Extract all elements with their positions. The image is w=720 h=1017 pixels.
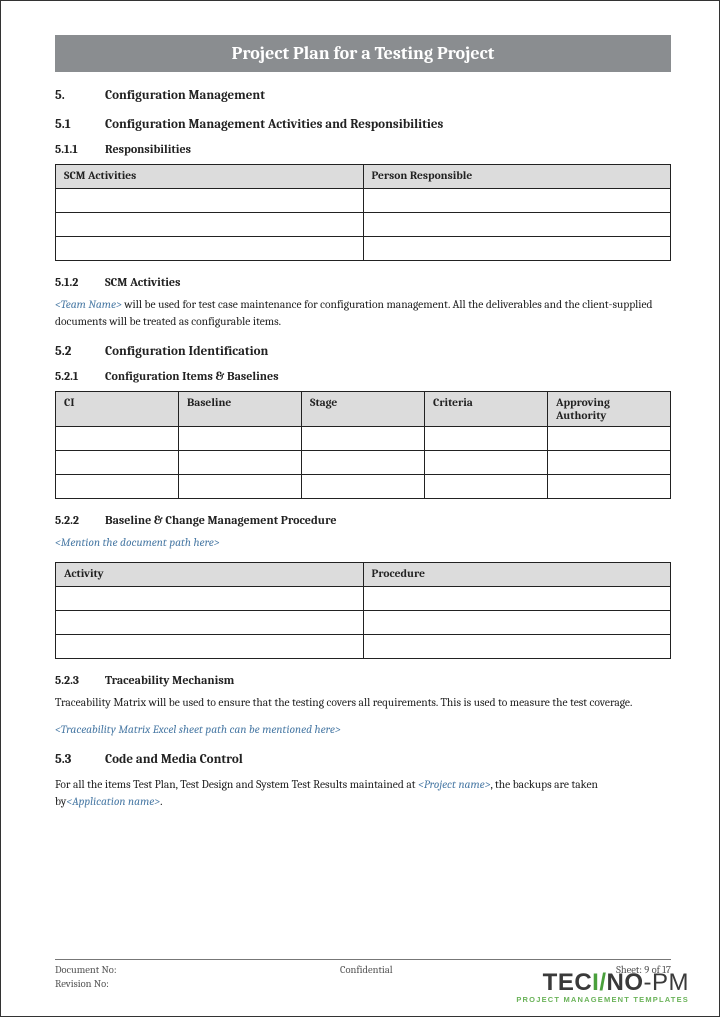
th-criteria: Criteria: [425, 392, 548, 427]
table-row: [56, 475, 671, 499]
body-5-3: For all the items Test Plan, Test Design…: [55, 777, 671, 810]
table-baseline-change: Activity Procedure: [55, 562, 671, 659]
logo-part: TEC: [543, 969, 593, 996]
sectitle: Configuration Management Activities and …: [105, 117, 443, 132]
secnum: 5.: [55, 88, 105, 103]
logo-accent: I/: [592, 969, 606, 997]
sectitle: Configuration Management: [105, 88, 265, 103]
th-baseline: Baseline: [179, 392, 302, 427]
placeholder-application-name: <Application name>: [66, 795, 160, 808]
table-responsibilities: SCM Activities Person Responsible: [55, 164, 671, 261]
table-row: [56, 427, 671, 451]
sectitle: Code and Media Control: [105, 752, 243, 767]
text: .: [160, 795, 162, 808]
document-page: Project Plan for a Testing Project 5. Co…: [0, 0, 720, 1017]
secnum: 5.3: [55, 752, 105, 767]
sectitle: Configuration Identification: [105, 344, 268, 359]
body-5-1-2: <Team Name> will be used for test case m…: [55, 297, 671, 330]
footer-revision: Revision No:: [55, 978, 109, 990]
placeholder-team-name: <Team Name>: [55, 298, 122, 311]
table-row: [56, 635, 671, 659]
secnum: 5.1: [55, 117, 105, 132]
heading-5-2-3: 5.2.3 Traceability Mechanism: [55, 673, 671, 687]
heading-5: 5. Configuration Management: [55, 88, 671, 103]
table-row: [56, 237, 671, 261]
th-activity: Activity: [56, 563, 364, 587]
heading-5-2-2: 5.2.2 Baseline & Change Management Proce…: [55, 513, 671, 527]
sectitle: Responsibilities: [105, 142, 191, 156]
th-stage: Stage: [302, 392, 425, 427]
secnum: 5.1.1: [55, 142, 105, 156]
table-config-items: CI Baseline Stage Criteria Approving Aut…: [55, 391, 671, 499]
placeholder-project-name: <Project name>: [418, 778, 490, 791]
logo-part: NO: [607, 969, 644, 996]
th-person-responsible: Person Responsible: [363, 165, 671, 189]
table-row: [56, 213, 671, 237]
heading-5-1-2: 5.1.2 SCM Activities: [55, 275, 671, 289]
table-row: [56, 611, 671, 635]
th-approving-authority: Approving Authority: [548, 392, 671, 427]
logo-main: TECI/NO-PM: [516, 969, 689, 997]
secnum: 5.2.3: [55, 673, 105, 687]
placeholder-traceability-path: <Traceability Matrix Excel sheet path ca…: [55, 722, 671, 739]
heading-5-1: 5.1 Configuration Management Activities …: [55, 117, 671, 132]
heading-5-2-1: 5.2.1 Configuration Items & Baselines: [55, 369, 671, 383]
th-procedure: Procedure: [363, 563, 671, 587]
placeholder-doc-path: <Mention the document path here>: [55, 535, 671, 552]
page-title-bar: Project Plan for a Testing Project: [55, 35, 671, 72]
heading-5-3: 5.3 Code and Media Control: [55, 752, 671, 767]
secnum: 5.2.1: [55, 369, 105, 383]
sectitle: Baseline & Change Management Procedure: [105, 513, 337, 527]
sectitle: Configuration Items & Baselines: [105, 369, 279, 383]
logo: TECI/NO-PM PROJECT MANAGEMENT TEMPLATES: [516, 969, 689, 1004]
table-row: [56, 451, 671, 475]
logo-part: -PM: [644, 969, 690, 996]
table-row: [56, 189, 671, 213]
body-5-2-3: Traceability Matrix will be used to ensu…: [55, 695, 671, 712]
secnum: 5.2.2: [55, 513, 105, 527]
secnum: 5.2: [55, 344, 105, 359]
sectitle: Traceability Mechanism: [105, 673, 234, 687]
footer-docno: Document No:: [55, 964, 117, 976]
page-title: Project Plan for a Testing Project: [232, 43, 495, 64]
text: will be used for test case maintenance f…: [55, 298, 653, 328]
th-ci: CI: [56, 392, 179, 427]
table-row: [56, 587, 671, 611]
secnum: 5.1.2: [55, 275, 105, 289]
heading-5-2: 5.2 Configuration Identification: [55, 344, 671, 359]
text: For all the items Test Plan, Test Design…: [55, 778, 418, 791]
sectitle: SCM Activities: [105, 275, 180, 289]
heading-5-1-1: 5.1.1 Responsibilities: [55, 142, 671, 156]
th-scm-activities: SCM Activities: [56, 165, 364, 189]
